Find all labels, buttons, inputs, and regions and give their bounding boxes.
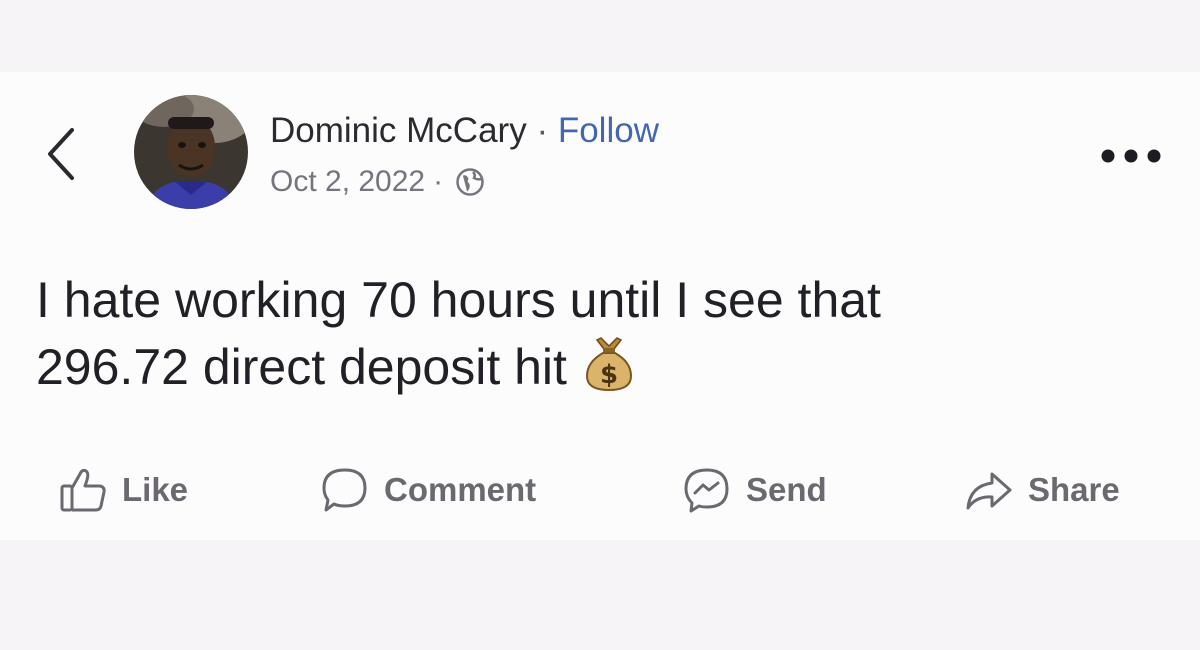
comment-label: Comment xyxy=(384,471,537,508)
more-options-icon[interactable] xyxy=(1098,146,1164,166)
post-date[interactable]: Oct 2, 2022 xyxy=(270,164,425,200)
avatar[interactable] xyxy=(134,95,248,209)
back-icon[interactable] xyxy=(38,122,84,186)
globe-icon xyxy=(455,167,485,197)
share-icon xyxy=(966,472,1012,510)
send-label: Send xyxy=(746,471,827,508)
share-label: Share xyxy=(1028,471,1120,508)
like-button[interactable]: Like xyxy=(58,462,188,518)
author-line: Dominic McCary · Follow xyxy=(270,111,659,151)
comment-button[interactable]: Comment xyxy=(320,462,536,518)
post-text-line-1: I hate working 70 hours until I see that xyxy=(36,272,881,328)
svg-text:$: $ xyxy=(600,360,618,390)
date-separator: · xyxy=(433,165,444,198)
share-button[interactable]: Share xyxy=(964,462,1120,518)
send-button[interactable]: Send xyxy=(682,462,827,518)
post-body: I hate working 70 hours until I see that… xyxy=(36,268,1156,399)
like-icon xyxy=(60,468,106,512)
follow-button[interactable]: Follow xyxy=(558,111,659,150)
messenger-icon xyxy=(684,468,729,513)
like-label: Like xyxy=(122,471,189,508)
name-separator: · xyxy=(536,111,549,150)
author-name[interactable]: Dominic McCary xyxy=(270,111,527,150)
post-text-line-2: 296.72 direct deposit hit xyxy=(36,339,567,395)
post-meta: Oct 2, 2022 · xyxy=(270,164,485,200)
page: Dominic McCary · Follow Oct 2, 2022 · I … xyxy=(0,0,1200,650)
comment-icon xyxy=(322,468,367,512)
money-bag-icon: $ xyxy=(581,332,637,392)
action-bar: Like Comment Send Share xyxy=(0,462,1200,518)
